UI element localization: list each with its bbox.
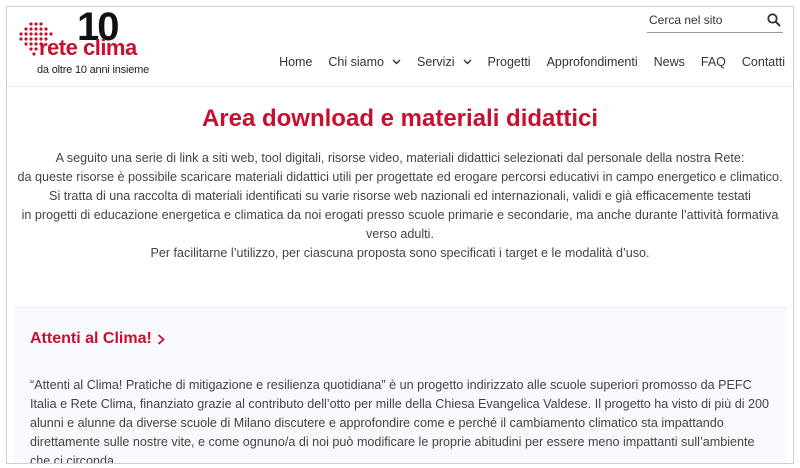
nav-item-news[interactable]: News <box>646 55 693 69</box>
resource-card: Attenti al Clima! “Attenti al Clima! Pra… <box>14 307 787 464</box>
logo-brand-name: rete clima <box>39 35 137 60</box>
resource-card-title-link[interactable]: Attenti al Clima! <box>30 330 165 348</box>
nav-item-label: News <box>653 55 685 69</box>
nav-item-label: Chi siamo <box>328 55 384 69</box>
intro-paragraph: A seguito una serie di link a siti web, … <box>55 151 745 165</box>
logo-tagline: da oltre 10 anni insieme <box>37 64 149 76</box>
nav-item-contatti[interactable]: Contatti <box>734 55 793 69</box>
intro-paragraph: da queste risorse è possibile scaricare … <box>17 170 783 184</box>
nav-item-label: Contatti <box>741 55 785 69</box>
browser-viewport: 10 rete clima da oltre 10 anni insieme H… <box>6 6 794 464</box>
resource-card-description: “Attenti al Clima! Pratiche di mitigazio… <box>30 378 770 464</box>
nav-item-label: Home <box>279 55 313 69</box>
nav-item-servizi[interactable]: Servizi <box>409 55 480 69</box>
chevron-down-icon <box>463 59 471 65</box>
site-header: 10 rete clima da oltre 10 anni insieme H… <box>7 7 793 87</box>
nav-item-label: Servizi <box>416 55 455 69</box>
chevron-down-icon <box>392 59 401 65</box>
intro-text: A seguito una serie di link a siti web, … <box>13 149 787 263</box>
nav-item-chi-siamo[interactable]: Chi siamo <box>320 55 409 69</box>
site-search <box>647 10 783 33</box>
intro-paragraph: Per facilitarne l’utilizzo, per ciascuna… <box>150 246 650 260</box>
nav-item-label: Approfondimenti <box>546 55 638 69</box>
intro-paragraph: in progetti di educazione energetica e c… <box>21 208 779 241</box>
nav-item-home[interactable]: Home <box>271 55 320 69</box>
nav-item-approfondimenti[interactable]: Approfondimenti <box>539 55 646 69</box>
nav-item-progetti[interactable]: Progetti <box>480 55 539 69</box>
chevron-right-icon <box>157 333 165 345</box>
search-icon[interactable] <box>767 13 781 27</box>
site-logo[interactable]: 10 rete clima da oltre 10 anni insieme <box>17 7 167 83</box>
nav-item-label: Progetti <box>487 55 531 69</box>
nav-item-faq[interactable]: FAQ <box>693 55 734 69</box>
intro-paragraph: Si tratta di una raccolta di materiali i… <box>49 189 751 203</box>
nav-item-label: FAQ <box>700 55 726 69</box>
main-content: Area download e materiali didattici A se… <box>7 87 793 463</box>
search-input[interactable] <box>647 10 759 30</box>
resource-card-title: Attenti al Clima! <box>30 330 152 347</box>
main-navigation: Home Chi siamo Servizi Progetti Approfon… <box>271 55 793 69</box>
page-title: Area download e materiali didattici <box>201 105 599 132</box>
